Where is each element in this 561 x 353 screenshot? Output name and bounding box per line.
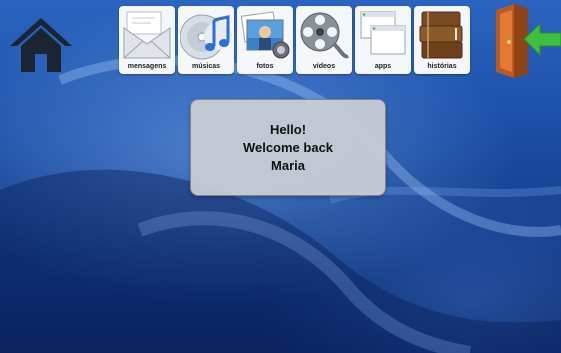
app-tile-videos[interactable]: vídeos <box>296 6 352 74</box>
app-label: fotos <box>256 63 274 70</box>
music-cd-icon <box>180 14 232 60</box>
app-label: apps <box>374 63 392 70</box>
mail-envelope-icon <box>123 11 171 59</box>
app-tile-fotos[interactable]: fotos <box>237 6 293 74</box>
photos-icon <box>240 11 290 59</box>
home-icon <box>10 18 72 72</box>
app-tile-musicas[interactable]: músicas <box>178 6 234 74</box>
app-tile-historias[interactable]: histórias <box>414 6 470 74</box>
exit-door-icon <box>496 4 561 78</box>
welcome-greeting: Hello! <box>269 121 307 137</box>
user-name: Maria <box>271 157 305 173</box>
desktop-background: mensagens músicas fotos vídeos apps hist… <box>0 0 561 353</box>
welcome-back-text: Welcome back <box>242 139 334 155</box>
app-tile-apps[interactable]: apps <box>355 6 411 74</box>
app-tile-mensagens[interactable]: mensagens <box>119 6 175 74</box>
app-windows-icon <box>360 11 406 55</box>
app-label: vídeos <box>312 63 336 70</box>
app-label: mensagens <box>127 63 167 70</box>
app-label: músicas <box>191 63 221 70</box>
home-button[interactable] <box>8 16 74 74</box>
app-label: histórias <box>427 63 457 70</box>
film-reel-icon <box>300 12 349 59</box>
welcome-dialog: Hello! Welcome back Maria <box>190 99 386 196</box>
books-icon <box>419 11 463 59</box>
exit-button[interactable] <box>490 2 561 80</box>
